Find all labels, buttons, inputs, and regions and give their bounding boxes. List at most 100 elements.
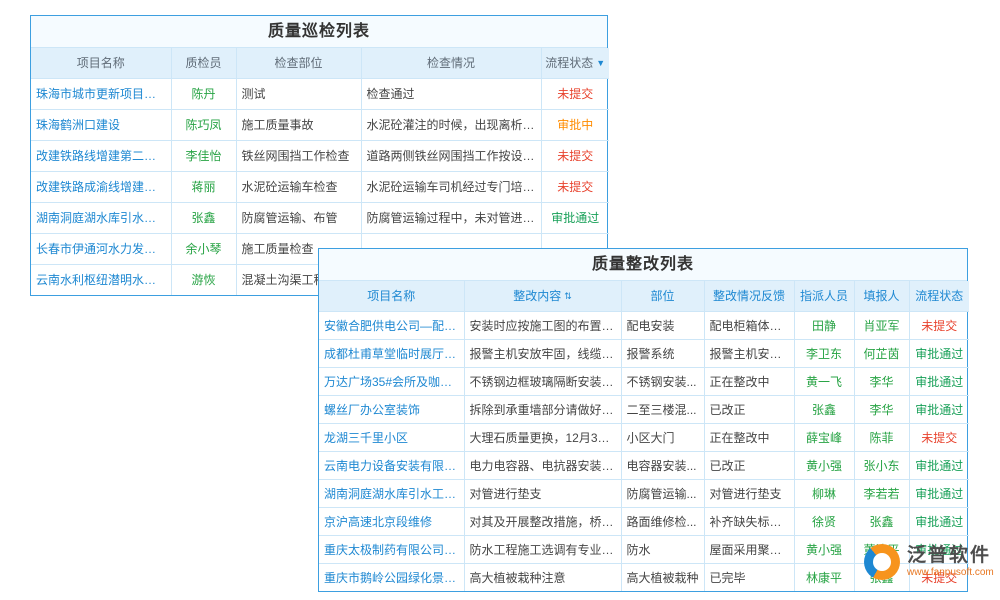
table-row: 湖南洞庭湖水库引水工程施工...对管进行垫支防腐管运输...对管进行垫支柳琳李若… xyxy=(319,479,969,507)
column-header-label: 整改情况反馈 xyxy=(713,289,785,303)
person-name: 蒋丽 xyxy=(171,171,236,202)
project-link[interactable]: 湖南洞庭湖水库引水工... xyxy=(31,202,171,233)
status-cell: 未提交 xyxy=(541,78,609,109)
column-header-label: 整改内容 xyxy=(513,289,561,303)
data-cell: 配电安装 xyxy=(621,311,704,339)
table-row: 珠海市城市更新项目紫...陈丹测试检查通过未提交 xyxy=(31,78,609,109)
person-name: 游恢 xyxy=(171,264,236,295)
data-cell: 已改正 xyxy=(704,451,794,479)
filter-icon[interactable]: ▼ xyxy=(596,58,605,68)
column-header: 项目名称 xyxy=(31,48,171,78)
data-cell: 水泥砼灌注的时候，出现离析现象 xyxy=(361,109,541,140)
brand-name: 泛普软件 xyxy=(907,545,994,567)
column-header: 质检员 xyxy=(171,48,236,78)
table-row: 螺丝厂办公室装饰拆除到承重墙部分请做好加固...二至三楼混...已改正张鑫李华审… xyxy=(319,395,969,423)
data-cell: 测试 xyxy=(236,78,361,109)
status-cell: 未提交 xyxy=(541,140,609,171)
person-name: 黄一飞 xyxy=(794,367,854,395)
data-cell: 施工质量事故 xyxy=(236,109,361,140)
person-name: 何芷茵 xyxy=(854,339,909,367)
data-cell: 二至三楼混... xyxy=(621,395,704,423)
data-cell: 高大植被栽种 xyxy=(621,563,704,591)
data-cell: 防腐管运输、布管 xyxy=(236,202,361,233)
column-header-label: 指派人员 xyxy=(800,289,848,303)
project-link[interactable]: 螺丝厂办公室装饰 xyxy=(319,395,464,423)
data-cell: 对其及开展整改措施，桥头... xyxy=(464,507,621,535)
status-cell: 审批中 xyxy=(541,109,609,140)
status-cell: 未提交 xyxy=(909,311,969,339)
status-cell: 审批通过 xyxy=(909,339,969,367)
column-header: 检查部位 xyxy=(236,48,361,78)
column-header[interactable]: 流程状态▼ xyxy=(541,48,609,78)
rectification-list-title: 质量整改列表 xyxy=(319,249,967,281)
person-name: 林康平 xyxy=(794,563,854,591)
person-name: 黄小强 xyxy=(794,535,854,563)
project-link[interactable]: 珠海市城市更新项目紫... xyxy=(31,78,171,109)
project-link[interactable]: 安徽合肥供电公司—配电设备... xyxy=(319,311,464,339)
project-link[interactable]: 重庆太极制药有限公司嘉州中... xyxy=(319,535,464,563)
project-link[interactable]: 京沪高速北京段维修 xyxy=(319,507,464,535)
person-name: 李若若 xyxy=(854,479,909,507)
data-cell: 拆除到承重墙部分请做好加固... xyxy=(464,395,621,423)
table-row: 成都杜甫草堂临时展厅独立展...报警主机安放牢固，线缆连接...报警系统报警主机… xyxy=(319,339,969,367)
table-row: 珠海鹤洲口建设陈巧凤施工质量事故水泥砼灌注的时候，出现离析现象审批中 xyxy=(31,109,609,140)
data-cell: 电容器安装... xyxy=(621,451,704,479)
table-row: 龙湖三千里小区大理石质量更换，12月31日之...小区大门正在整改中薛宝峰陈菲未… xyxy=(319,423,969,451)
project-link[interactable]: 改建铁路成渝线增建第... xyxy=(31,171,171,202)
data-cell: 防腐管运输过程中，未对管进行... xyxy=(361,202,541,233)
column-header-label: 填报人 xyxy=(863,289,899,303)
project-link[interactable]: 云南电力设备安装有限公司20... xyxy=(319,451,464,479)
fanpu-logo-icon xyxy=(864,544,900,580)
column-header[interactable]: 整改内容⇅ xyxy=(464,281,621,311)
data-cell: 水泥砼运输车司机经过专门培训... xyxy=(361,171,541,202)
person-name: 徐贤 xyxy=(794,507,854,535)
project-link[interactable]: 云南水利枢纽潜明水库... xyxy=(31,264,171,295)
person-name: 柳琳 xyxy=(794,479,854,507)
column-header: 检查情况 xyxy=(361,48,541,78)
status-cell: 未提交 xyxy=(541,171,609,202)
data-cell: 路面维修检... xyxy=(621,507,704,535)
project-link[interactable]: 珠海鹤洲口建设 xyxy=(31,109,171,140)
person-name: 张小东 xyxy=(854,451,909,479)
data-cell: 已完毕 xyxy=(704,563,794,591)
person-name: 李华 xyxy=(854,395,909,423)
data-cell: 大理石质量更换，12月31日之... xyxy=(464,423,621,451)
column-header-label: 质检员 xyxy=(185,56,221,70)
data-cell: 报警主机安放牢固，线缆连接... xyxy=(464,339,621,367)
person-name: 余小琴 xyxy=(171,233,236,264)
project-link[interactable]: 万达广场35#会所及咖啡厅空... xyxy=(319,367,464,395)
person-name: 张鑫 xyxy=(854,507,909,535)
data-cell: 检查通过 xyxy=(361,78,541,109)
rectification-list-card: 质量整改列表 项目名称整改内容⇅部位整改情况反馈指派人员填报人流程状态 安徽合肥… xyxy=(318,248,968,592)
data-cell: 正在整改中 xyxy=(704,423,794,451)
data-cell: 安装时应按施工图的布置，将... xyxy=(464,311,621,339)
data-cell: 铁丝网围挡工作检查 xyxy=(236,140,361,171)
person-name: 张鑫 xyxy=(171,202,236,233)
data-cell: 防腐管运输... xyxy=(621,479,704,507)
project-link[interactable]: 重庆市鹅岭公园绿化景观提升... xyxy=(319,563,464,591)
person-name: 肖亚军 xyxy=(854,311,909,339)
status-cell: 审批通过 xyxy=(909,367,969,395)
person-name: 李佳怡 xyxy=(171,140,236,171)
person-name: 张鑫 xyxy=(794,395,854,423)
column-header-label: 检查部位 xyxy=(274,56,322,70)
person-name: 田静 xyxy=(794,311,854,339)
person-name: 陈菲 xyxy=(854,423,909,451)
project-link[interactable]: 湖南洞庭湖水库引水工程施工... xyxy=(319,479,464,507)
data-cell: 道路两侧铁丝网围挡工作按设计... xyxy=(361,140,541,171)
status-cell: 审批通过 xyxy=(541,202,609,233)
status-cell: 审批通过 xyxy=(909,479,969,507)
column-header: 部位 xyxy=(621,281,704,311)
project-link[interactable]: 成都杜甫草堂临时展厅独立展... xyxy=(319,339,464,367)
project-link[interactable]: 龙湖三千里小区 xyxy=(319,423,464,451)
column-header-label: 检查情况 xyxy=(427,56,475,70)
project-link[interactable]: 长春市伊通河水力发电... xyxy=(31,233,171,264)
person-name: 陈丹 xyxy=(171,78,236,109)
data-cell: 防水工程施工选调有专业资质... xyxy=(464,535,621,563)
data-cell: 高大植被栽种注意 xyxy=(464,563,621,591)
table-header-row: 项目名称质检员 检查部位 检查情况 流程状态▼ xyxy=(31,48,609,78)
project-link[interactable]: 改建铁路线增建第二线... xyxy=(31,140,171,171)
status-cell: 未提交 xyxy=(909,423,969,451)
sort-icon[interactable]: ⇅ xyxy=(564,291,572,302)
column-header-label: 项目名称 xyxy=(367,289,415,303)
